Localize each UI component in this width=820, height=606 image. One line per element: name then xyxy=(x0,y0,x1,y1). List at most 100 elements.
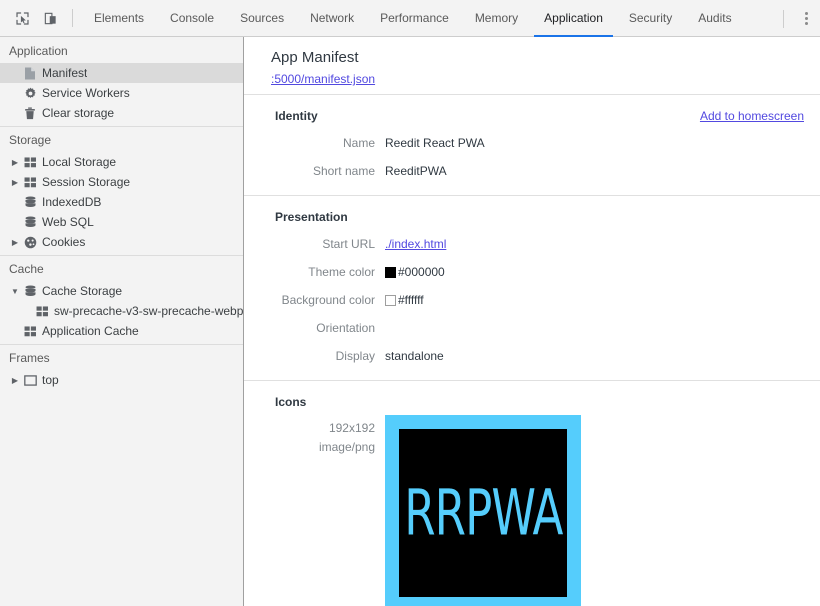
presentation-section-title: Presentation xyxy=(275,210,348,224)
sidebar-item-clear-storage[interactable]: ▶ Clear storage xyxy=(0,103,243,123)
tab-application[interactable]: Application xyxy=(531,0,616,37)
add-to-homescreen-link[interactable]: Add to homescreen xyxy=(700,109,804,123)
sidebar-item-application-cache-label: Application Cache xyxy=(42,324,139,338)
sidebar-item-indexeddb-label: IndexedDB xyxy=(42,195,102,209)
tab-audits-label: Audits xyxy=(698,11,732,25)
toolbar-icon-group xyxy=(0,5,81,31)
tab-console-label: Console xyxy=(170,11,215,25)
sidebar-item-cache-storage[interactable]: ▼ Cache Storage xyxy=(0,281,243,301)
sidebar-group-cache: Cache xyxy=(9,262,44,276)
background-color-swatch xyxy=(385,294,396,306)
inspect-element-icon[interactable] xyxy=(8,5,36,31)
manifest-url-link[interactable]: :5000/manifest.json xyxy=(271,72,375,86)
icon-size-label: 192x192 xyxy=(328,421,375,435)
sidebar-item-service-workers-label: Service Workers xyxy=(42,86,130,100)
presentation-section: Presentation Start URL ./index.html Them… xyxy=(244,196,820,381)
database-glyph xyxy=(24,216,36,227)
start-url-link[interactable]: ./index.html xyxy=(385,237,446,251)
sidebar-item-top-frame[interactable]: ▶ top xyxy=(0,370,243,390)
table-glyph xyxy=(24,156,36,167)
theme-color-swatch xyxy=(385,266,396,278)
chevron-right-icon[interactable]: ▶ xyxy=(9,158,21,167)
chevron-down-icon[interactable]: ▼ xyxy=(9,287,21,296)
table-icon xyxy=(21,176,39,188)
tab-elements-label: Elements xyxy=(94,11,145,25)
frame-glyph xyxy=(23,374,37,386)
field-orientation-label: Orientation xyxy=(316,321,375,335)
icons-section-title: Icons xyxy=(275,395,307,409)
sidebar-item-indexeddb[interactable]: IndexedDB xyxy=(0,192,243,212)
sidebar-item-cache-storage-label: Cache Storage xyxy=(42,284,123,298)
gear-icon xyxy=(21,87,39,100)
app-icon-preview: RRPWA xyxy=(385,415,581,606)
table-glyph xyxy=(24,176,36,187)
field-theme-color-label: Theme color xyxy=(308,265,375,279)
database-icon xyxy=(21,285,39,298)
inspect-element-glyph xyxy=(15,11,29,25)
chevron-right-icon[interactable]: ▶ xyxy=(9,178,21,187)
field-orientation: Orientation xyxy=(244,314,820,342)
tab-sources[interactable]: Sources xyxy=(227,0,297,37)
background-color-text: #ffffff xyxy=(398,293,424,307)
sidebar-divider xyxy=(0,126,243,127)
tab-security[interactable]: Security xyxy=(616,0,685,37)
table-icon xyxy=(21,325,39,337)
chevron-right-icon[interactable]: ▶ xyxy=(9,238,21,247)
icon-mime-label: image/png xyxy=(318,440,375,454)
cookie-glyph xyxy=(24,236,36,248)
trash-icon xyxy=(21,106,39,120)
sidebar-item-application-cache[interactable]: Application Cache xyxy=(0,321,243,341)
tab-audits[interactable]: Audits xyxy=(685,0,744,37)
field-name-label: Name xyxy=(342,136,375,150)
field-display-value: standalone xyxy=(385,349,444,363)
application-sidebar: Application ▶ Manifest ▶ Service Workers xyxy=(0,37,244,606)
application-panel: Application ▶ Manifest ▶ Service Workers xyxy=(0,37,820,606)
sidebar-item-manifest[interactable]: ▶ Manifest xyxy=(0,63,243,83)
document-glyph xyxy=(25,67,35,79)
sidebar-item-session-storage[interactable]: ▶ Session Storage xyxy=(0,172,243,192)
tab-elements[interactable]: Elements xyxy=(81,0,157,37)
table-icon xyxy=(21,156,39,168)
sidebar-group-frames: Frames xyxy=(9,351,50,365)
cookie-icon xyxy=(21,236,39,249)
field-short-name-label: Short name xyxy=(312,164,375,178)
database-glyph xyxy=(24,285,36,296)
gear-glyph xyxy=(24,87,36,98)
database-icon xyxy=(21,216,39,229)
device-toolbar-glyph xyxy=(44,12,56,24)
field-display-label: Display xyxy=(335,349,375,363)
panel-tabs: Elements Console Sources Network Perform… xyxy=(81,0,745,37)
sidebar-item-service-workers[interactable]: ▶ Service Workers xyxy=(0,83,243,103)
sidebar-group-storage: Storage xyxy=(9,133,52,147)
field-name-value: Reedit React PWA xyxy=(385,136,485,150)
tab-network[interactable]: Network xyxy=(297,0,367,37)
sidebar-item-local-storage[interactable]: ▶ Local Storage xyxy=(0,152,243,172)
sidebar-item-cookies[interactable]: ▶ Cookies xyxy=(0,232,243,252)
tab-memory[interactable]: Memory xyxy=(462,0,531,37)
manifest-header: App Manifest :5000/manifest.json xyxy=(244,37,820,95)
icons-section-head: Icons xyxy=(244,395,820,409)
tab-performance[interactable]: Performance xyxy=(367,0,462,37)
sidebar-item-cookies-label: Cookies xyxy=(42,235,86,249)
field-background-color-value: #ffffff xyxy=(385,293,424,307)
tab-console[interactable]: Console xyxy=(157,0,227,37)
field-start-url-value: ./index.html xyxy=(385,237,446,251)
kebab-dot xyxy=(804,12,808,15)
toolbar-right-group xyxy=(775,0,820,37)
field-background-color-label: Background color xyxy=(281,293,375,307)
chevron-right-icon[interactable]: ▶ xyxy=(9,376,21,385)
field-theme-color-value: #000000 xyxy=(385,265,445,279)
field-start-url-label: Start URL xyxy=(322,237,375,251)
more-options-icon[interactable] xyxy=(792,0,820,37)
tab-network-label: Network xyxy=(310,11,355,25)
toolbar-divider-right xyxy=(783,9,784,28)
document-icon xyxy=(21,67,39,80)
device-toolbar-icon[interactable] xyxy=(36,5,64,31)
sidebar-item-top-frame-label: top xyxy=(42,373,59,387)
sidebar-item-web-sql[interactable]: Web SQL xyxy=(0,212,243,232)
database-icon xyxy=(21,196,39,209)
toolbar-divider xyxy=(72,9,73,27)
identity-section-title: Identity xyxy=(275,109,318,123)
sidebar-item-sw-precache[interactable]: sw-precache-v3-sw-precache-webpa xyxy=(0,301,243,321)
field-name: Name Reedit React PWA xyxy=(244,129,820,157)
